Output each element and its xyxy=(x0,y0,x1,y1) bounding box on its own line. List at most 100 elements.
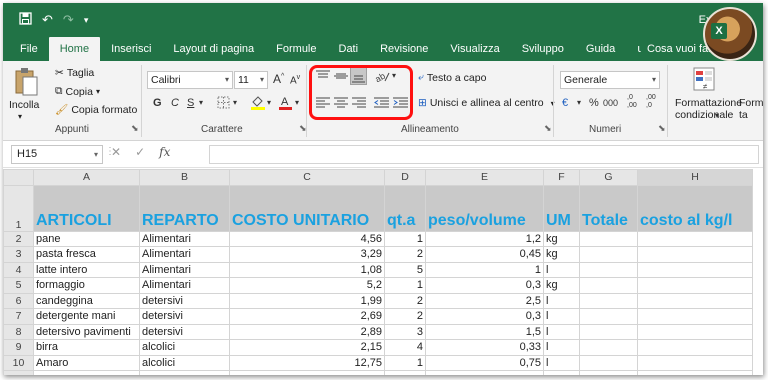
cell-costo-kg[interactable] xyxy=(637,277,753,294)
copy-button[interactable]: ⧉ Copia ▾ xyxy=(55,85,100,98)
cell-reparto[interactable]: detersivi xyxy=(139,292,230,309)
cell-peso[interactable]: 0,3 xyxy=(425,308,544,325)
column-header[interactable]: E xyxy=(425,169,544,186)
cell-quantita[interactable]: 3 xyxy=(384,323,426,340)
number-launcher-icon[interactable]: ⬊ xyxy=(658,123,666,134)
cell-reparto[interactable]: Alimentari xyxy=(139,246,230,263)
insert-function-icon[interactable]: fx xyxy=(159,145,170,159)
select-all-corner[interactable] xyxy=(3,169,34,186)
currency-icon[interactable]: € xyxy=(562,97,568,109)
alignment-launcher-icon[interactable]: ⬊ xyxy=(544,123,552,134)
cell-um[interactable]: l xyxy=(543,261,580,278)
empty-cell[interactable] xyxy=(579,370,638,375)
tab-file[interactable]: File xyxy=(9,37,49,61)
tab-dati[interactable]: Dati xyxy=(328,37,370,61)
format-as-table-button[interactable]: Form ta xyxy=(739,97,763,121)
font-color-icon[interactable]: A xyxy=(279,94,292,113)
borders-icon[interactable] xyxy=(217,96,230,112)
cell-costo-kg[interactable] xyxy=(637,230,753,247)
column-header[interactable]: A xyxy=(33,169,140,186)
cell-um[interactable]: kg xyxy=(543,246,580,263)
wrap-text-button[interactable]: ⤶ Testo a capo xyxy=(418,71,486,84)
header-cell[interactable]: peso/volume xyxy=(425,184,544,232)
name-box[interactable]: H15 ▾ xyxy=(11,145,103,164)
cell-um[interactable]: l xyxy=(543,354,580,371)
cell-costo[interactable]: 2,89 xyxy=(229,323,385,340)
cell-totale[interactable] xyxy=(579,230,638,247)
row-header[interactable]: 6 xyxy=(3,292,34,309)
cell-articolo[interactable]: Amaro xyxy=(33,354,140,371)
cell-costo-kg[interactable] xyxy=(637,292,753,309)
tab-guida[interactable]: Guida xyxy=(575,37,626,61)
cell-peso[interactable]: 1,5 xyxy=(425,323,544,340)
tab-formule[interactable]: Formule xyxy=(265,37,327,61)
empty-cell[interactable] xyxy=(229,370,385,375)
conditional-dropdown-icon[interactable]: ▾ xyxy=(715,111,719,120)
cancel-icon[interactable]: ✕ xyxy=(111,145,121,159)
redo-icon[interactable]: ↷ xyxy=(63,12,74,28)
cell-quantita[interactable]: 5 xyxy=(384,261,426,278)
cell-reparto[interactable]: detersivi xyxy=(139,323,230,340)
cell-peso[interactable]: 0,33 xyxy=(425,339,544,356)
underline-button[interactable]: S xyxy=(187,97,194,109)
cut-button[interactable]: ✂ Taglia xyxy=(55,67,94,79)
row-header[interactable]: 5 xyxy=(3,277,34,294)
column-header[interactable]: B xyxy=(139,169,230,186)
row-header[interactable]: 9 xyxy=(3,339,34,356)
cell-costo-kg[interactable] xyxy=(637,354,753,371)
conditional-formatting-icon[interactable]: ≠ xyxy=(693,67,715,94)
underline-dropdown-icon[interactable]: ▾ xyxy=(199,98,203,107)
font-name-combo[interactable]: Calibri ▾ xyxy=(147,71,233,89)
grow-font-button[interactable]: A^ xyxy=(273,72,284,86)
fill-color-icon[interactable] xyxy=(250,95,266,113)
cell-peso[interactable]: 0,45 xyxy=(425,246,544,263)
cell-peso[interactable]: 0,3 xyxy=(425,277,544,294)
decrease-decimal-button[interactable]: ,00 ,0 xyxy=(646,94,662,110)
cell-costo[interactable]: 5,2 xyxy=(229,277,385,294)
cell-reparto[interactable]: Alimentari xyxy=(139,261,230,278)
percent-button[interactable]: % xyxy=(589,97,599,109)
cell-um[interactable]: kg xyxy=(543,277,580,294)
cell-articolo[interactable]: formaggio xyxy=(33,277,140,294)
cell-costo[interactable]: 1,08 xyxy=(229,261,385,278)
empty-cell[interactable] xyxy=(425,370,544,375)
cell-costo-kg[interactable] xyxy=(637,339,753,356)
row-header[interactable]: 8 xyxy=(3,323,34,340)
thousands-button[interactable]: 000 xyxy=(603,98,618,108)
header-cell[interactable]: qt.a xyxy=(384,184,426,232)
font-color-dropdown-icon[interactable]: ▾ xyxy=(295,98,299,107)
cell-quantita[interactable]: 2 xyxy=(384,292,426,309)
cell-quantita[interactable]: 4 xyxy=(384,339,426,356)
cell-reparto[interactable]: detersivi xyxy=(139,308,230,325)
cell-costo[interactable]: 1,99 xyxy=(229,292,385,309)
borders-dropdown-icon[interactable]: ▾ xyxy=(233,98,237,107)
number-format-combo[interactable]: Generale ▾ xyxy=(560,71,660,89)
empty-cell[interactable] xyxy=(543,370,580,375)
cell-totale[interactable] xyxy=(579,277,638,294)
merge-center-button[interactable]: ⊞Unisci e allinea al centro▾ xyxy=(418,97,555,109)
header-cell[interactable]: UM xyxy=(543,184,580,232)
cell-quantita[interactable]: 1 xyxy=(384,277,426,294)
cell-totale[interactable] xyxy=(579,323,638,340)
paste-icon[interactable] xyxy=(13,67,39,100)
header-cell[interactable]: costo al kg/l xyxy=(637,184,753,232)
row-header[interactable]: 7 xyxy=(3,308,34,325)
column-header[interactable]: H xyxy=(637,169,753,186)
cell-costo[interactable]: 3,29 xyxy=(229,246,385,263)
cell-articolo[interactable]: latte intero xyxy=(33,261,140,278)
column-header[interactable]: D xyxy=(384,169,426,186)
empty-cell[interactable] xyxy=(637,370,753,375)
cell-costo[interactable]: 2,15 xyxy=(229,339,385,356)
cell-peso[interactable]: 2,5 xyxy=(425,292,544,309)
cell-um[interactable]: l xyxy=(543,292,580,309)
column-header[interactable]: C xyxy=(229,169,385,186)
cell-costo[interactable]: 4,56 xyxy=(229,230,385,247)
cell-um[interactable]: l xyxy=(543,323,580,340)
cell-um[interactable]: l xyxy=(543,339,580,356)
cell-totale[interactable] xyxy=(579,354,638,371)
cell-articolo[interactable]: pane xyxy=(33,230,140,247)
row-header[interactable]: 4 xyxy=(3,261,34,278)
cell-totale[interactable] xyxy=(579,292,638,309)
row-header[interactable]: 1 xyxy=(3,184,34,232)
fill-dropdown-icon[interactable]: ▾ xyxy=(267,98,271,107)
